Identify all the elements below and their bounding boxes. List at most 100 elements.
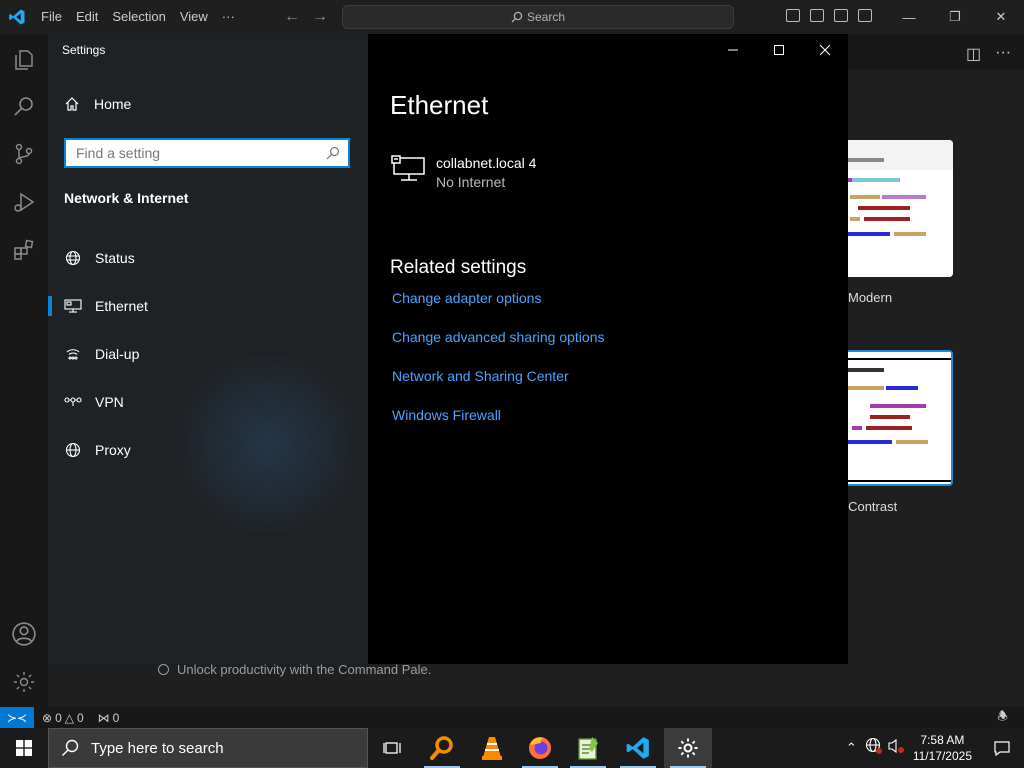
clock-date: 11/17/2025	[912, 749, 972, 763]
theme-preview-high-contrast-graphic	[840, 352, 951, 484]
extensions-icon[interactable]	[10, 236, 38, 264]
menu-file[interactable]: File	[34, 0, 69, 34]
windows-logo-icon	[16, 740, 32, 756]
accounts-icon[interactable]	[10, 620, 38, 648]
search-label: Search	[526, 10, 566, 24]
menu-edit[interactable]: Edit	[69, 0, 105, 34]
settings-nav-pane: Settings Home Network & Internet Status …	[48, 34, 368, 664]
globe-icon	[65, 250, 81, 266]
window-title: Settings	[62, 43, 106, 57]
close-icon[interactable]: ✕	[978, 0, 1024, 34]
walkthrough-step[interactable]: Unlock productivity with the Command Pal…	[158, 662, 431, 677]
nav-item-status[interactable]: Status	[48, 238, 368, 278]
link-windows-firewall[interactable]: Windows Firewall	[392, 407, 501, 423]
broadcast-icon: ⋈	[97, 710, 110, 725]
forward-arrow-icon[interactable]: →	[312, 8, 328, 26]
manage-gear-icon[interactable]	[10, 668, 38, 696]
theme-preview-modern-graphic	[838, 140, 953, 277]
remote-indicator-icon[interactable]: ≻≺	[0, 707, 34, 728]
nav-item-label: Status	[95, 250, 135, 266]
command-center-search[interactable]: Search	[342, 5, 734, 29]
link-change-adapter-options[interactable]: Change adapter options	[392, 290, 541, 306]
settings-close-icon[interactable]	[802, 34, 848, 66]
taskbar-search-box[interactable]: Type here to search	[48, 728, 368, 768]
menu-more[interactable]: ···	[215, 0, 242, 34]
taskbar-app-firefox[interactable]	[516, 728, 564, 768]
settings-minimize-icon[interactable]	[710, 34, 756, 66]
source-control-icon[interactable]	[10, 140, 38, 168]
vlc-cone-icon	[482, 737, 502, 760]
back-arrow-icon[interactable]: ←	[284, 8, 300, 26]
taskbar-app-settings[interactable]	[664, 728, 712, 768]
notification-center-icon[interactable]	[980, 739, 1024, 757]
nav-item-label: Dial-up	[95, 346, 140, 362]
nav-item-label: VPN	[95, 394, 124, 410]
magnifier-app-icon	[430, 736, 453, 760]
find-setting-input[interactable]	[74, 144, 326, 162]
toggle-primary-sidebar-icon[interactable]	[786, 9, 800, 22]
nav-item-ethernet[interactable]: Ethernet	[48, 286, 368, 326]
start-button[interactable]	[0, 728, 48, 768]
home-icon	[65, 97, 79, 111]
taskbar: Type here to search ⌃ 7:58 AM 11/17/2025	[0, 728, 1024, 768]
taskbar-app-notepadplusplus[interactable]	[564, 728, 612, 768]
toggle-panel-icon[interactable]	[810, 9, 824, 22]
theme-preview-high-contrast[interactable]	[838, 350, 953, 486]
more-actions-icon[interactable]: ···	[995, 44, 1011, 64]
taskbar-app-search-everything[interactable]	[418, 728, 466, 768]
notifications-bell-icon[interactable]: 🕭	[997, 707, 1008, 728]
vpn-icon	[64, 397, 82, 406]
nav-item-label: Ethernet	[95, 298, 148, 314]
taskbar-app-vlc[interactable]	[468, 728, 516, 768]
step-circle-icon	[158, 664, 169, 675]
notepad-plus-plus-icon	[578, 737, 598, 760]
taskbar-app-vscode[interactable]	[614, 728, 662, 768]
menu-selection[interactable]: Selection	[105, 0, 172, 34]
proxy-globe-icon	[65, 442, 81, 458]
related-settings-heading: Related settings	[390, 257, 527, 278]
search-view-icon[interactable]	[10, 92, 38, 120]
ethernet-icon	[64, 299, 82, 313]
nav-item-vpn[interactable]: VPN	[48, 382, 368, 422]
menu-view[interactable]: View	[173, 0, 215, 34]
clock[interactable]: 7:58 AM 11/17/2025	[913, 732, 972, 764]
clock-time: 7:58 AM	[920, 733, 965, 747]
ports-indicator[interactable]: ⋈ 0	[98, 711, 120, 725]
link-network-sharing-center[interactable]: Network and Sharing Center	[392, 368, 569, 384]
firefox-icon	[529, 737, 551, 759]
nav-home[interactable]: Home	[64, 96, 131, 112]
theme-preview-modern[interactable]	[838, 140, 953, 277]
run-debug-icon[interactable]	[10, 188, 38, 216]
show-hidden-icons-chevron-icon[interactable]: ⌃	[846, 740, 857, 756]
minimize-icon[interactable]: —	[886, 0, 932, 34]
restore-icon[interactable]: ❐	[932, 0, 978, 34]
home-label: Home	[94, 96, 132, 112]
settings-window: Settings Home Network & Internet Status …	[48, 34, 848, 664]
nav-item-label: Proxy	[95, 442, 131, 458]
warning-icon: △	[64, 710, 74, 725]
vscode-titlebar: File Edit Selection View ··· ← → Search …	[0, 0, 1024, 34]
nav-item-proxy[interactable]: Proxy	[48, 430, 368, 470]
vscode-icon	[626, 737, 649, 759]
customize-layout-icon[interactable]	[858, 9, 872, 22]
search-icon	[511, 11, 523, 23]
ethernet-adapter-icon	[391, 155, 425, 181]
problems-indicator[interactable]: ⊗ 0 △ 0	[42, 711, 84, 725]
find-setting-box[interactable]	[64, 138, 350, 168]
explorer-icon[interactable]	[10, 46, 38, 74]
network-globe-icon[interactable]	[865, 737, 883, 760]
settings-gear-icon	[678, 738, 698, 758]
settings-maximize-icon[interactable]	[756, 34, 802, 66]
link-change-advanced-sharing[interactable]: Change advanced sharing options	[392, 329, 605, 345]
network-connection[interactable]: collabnet.local 4 No Internet	[390, 154, 536, 192]
status-bar: ≻≺ ⊗ 0 △ 0 ⋈ 0 🕭	[0, 707, 1024, 728]
split-editor-icon[interactable]: ◫	[966, 44, 981, 64]
error-icon: ⊗	[42, 710, 53, 725]
vscode-logo-icon	[0, 0, 34, 34]
error-count: 0	[55, 710, 62, 725]
toggle-secondary-sidebar-icon[interactable]	[834, 9, 848, 22]
nav-item-dialup[interactable]: Dial-up	[48, 334, 368, 374]
volume-muted-icon[interactable]	[887, 737, 905, 760]
task-view-icon	[383, 742, 401, 754]
task-view-button[interactable]	[368, 728, 416, 768]
